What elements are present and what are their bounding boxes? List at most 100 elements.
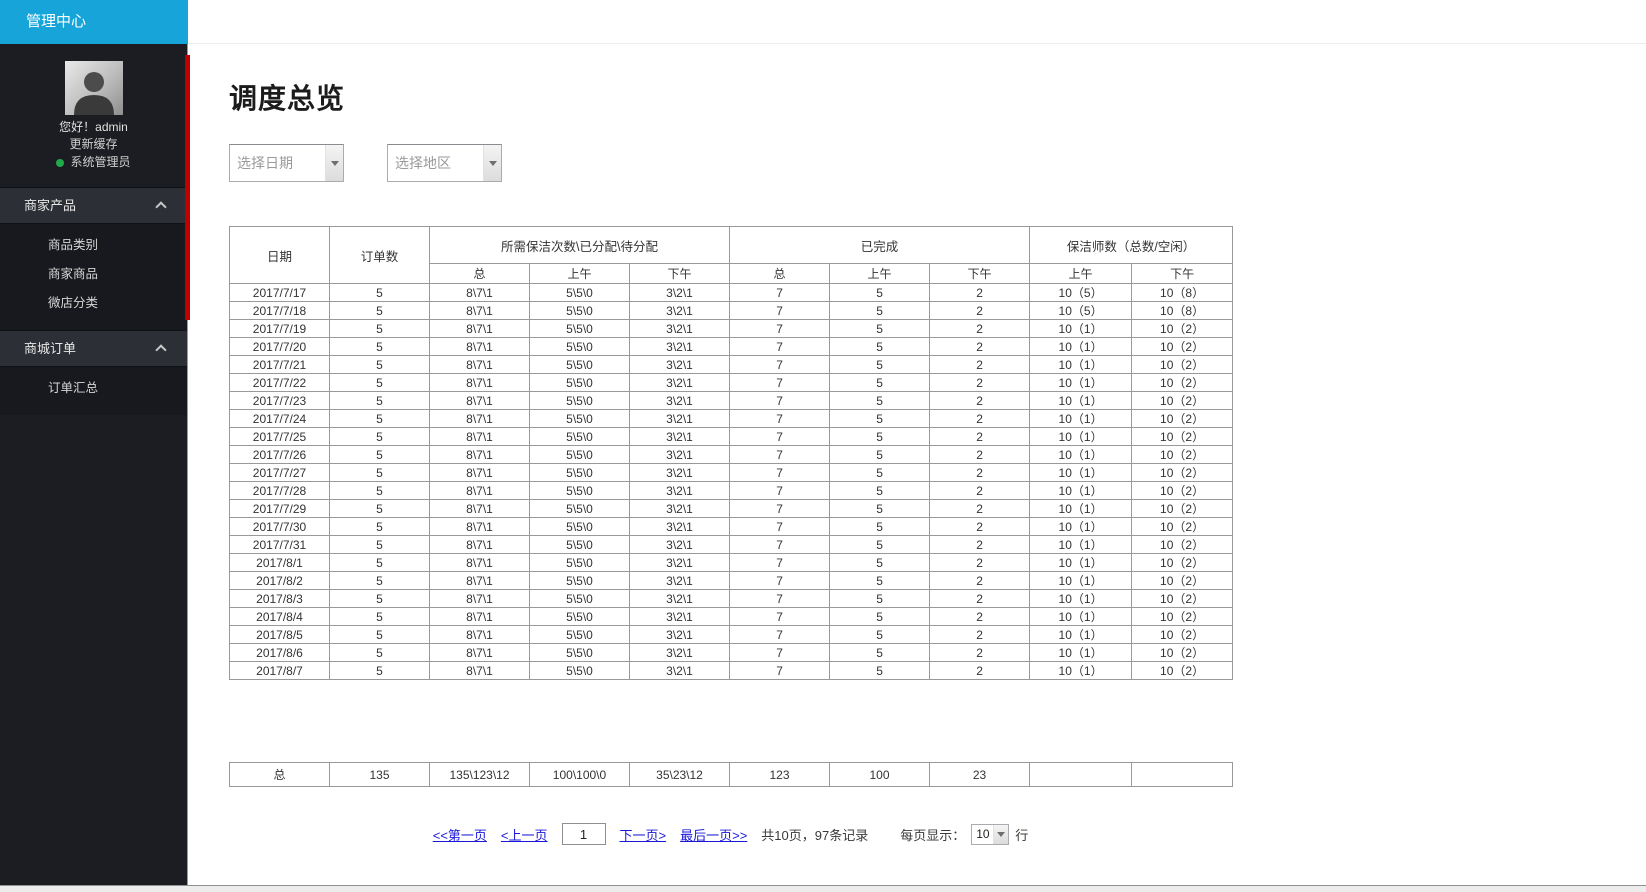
totals-table: 总135135\123\12100\100\035\23\1212310023: [229, 762, 1233, 787]
table-cell: 8\7\1: [430, 320, 530, 338]
table-cell: 5: [330, 356, 430, 374]
table-cell: 5: [830, 284, 930, 302]
app-title: 管理中心: [26, 13, 86, 30]
table-cell: 7: [730, 662, 830, 680]
table-cell: 10（2）: [1132, 554, 1233, 572]
next-page-link[interactable]: 下一页>: [620, 825, 667, 844]
table-cell: 8\7\1: [430, 446, 530, 464]
refresh-cache-link[interactable]: 更新缓存: [0, 136, 187, 153]
table-cell: 10（5）: [1030, 302, 1132, 320]
table-cell: 3\2\1: [630, 374, 730, 392]
sidebar-item-microshop-category[interactable]: 微店分类: [0, 289, 187, 318]
table-cell: 8\7\1: [430, 464, 530, 482]
sidebar-item-product-category[interactable]: 商品类别: [0, 231, 187, 260]
submenu-merchant-products: 商品类别 商家商品 微店分类: [0, 224, 187, 330]
table-cell: 10（1）: [1030, 554, 1132, 572]
date-filter-select[interactable]: 选择日期: [229, 144, 344, 182]
chevron-down-icon: [997, 832, 1005, 837]
table-cell: 10（1）: [1030, 356, 1132, 374]
date-filter-placeholder: 选择日期: [230, 145, 325, 181]
table-cell: 5\5\0: [530, 464, 630, 482]
per-page-select[interactable]: 10: [971, 824, 1009, 845]
table-cell: 5: [330, 338, 430, 356]
date-filter-dropdown-button[interactable]: [325, 145, 343, 181]
sidebar-item-merchant-goods[interactable]: 商家商品: [0, 260, 187, 289]
table-cell: 5: [830, 446, 930, 464]
chevron-down-icon: [331, 161, 339, 166]
sidebar-item-order-summary[interactable]: 订单汇总: [0, 374, 187, 403]
sidebar-section-label: 商城订单: [24, 331, 76, 367]
table-cell: 8\7\1: [430, 338, 530, 356]
table-cell: 2017/8/2: [230, 572, 330, 590]
table-row: 2017/8/758\7\15\5\03\2\175210（1）10（2）: [230, 662, 1233, 680]
table-cell: 5: [830, 644, 930, 662]
schedule-table: 日期 订单数 所需保洁次数\已分配\待分配 已完成 保洁师数（总数/空闲） 总 …: [229, 226, 1233, 680]
table-cell: 3\2\1: [630, 338, 730, 356]
table-cell: 7: [730, 644, 830, 662]
table-cell: 2: [930, 554, 1030, 572]
region-filter-dropdown-button[interactable]: [483, 145, 501, 181]
table-cell: 2017/7/29: [230, 500, 330, 518]
table-cell: 5\5\0: [530, 356, 630, 374]
table-cell: 5: [830, 626, 930, 644]
table-cell: 8\7\1: [430, 536, 530, 554]
table-cell: 2017/8/3: [230, 590, 330, 608]
table-cell: 5\5\0: [530, 374, 630, 392]
table-cell: 2017/7/28: [230, 482, 330, 500]
table-cell: 5: [330, 554, 430, 572]
table-cell: 2017/7/20: [230, 338, 330, 356]
subheader-cleaners-am: 上午: [1030, 264, 1132, 284]
table-cell: 5\5\0: [530, 626, 630, 644]
table-cell: 2: [930, 464, 1030, 482]
sidebar-scrollbar-thumb[interactable]: [185, 55, 190, 320]
sidebar: 您好！admin 更新缓存 系统管理员 商家产品 商品类别 商家商品 微店分类 …: [0, 44, 188, 885]
sidebar-section-mall-orders[interactable]: 商城订单: [0, 330, 187, 367]
table-cell: 3\2\1: [630, 356, 730, 374]
table-cell: 5: [330, 518, 430, 536]
table-cell: 8\7\1: [430, 554, 530, 572]
table-cell: 5: [830, 392, 930, 410]
last-page-link[interactable]: 最后一页>>: [680, 825, 747, 844]
prev-page-link[interactable]: <上一页: [501, 825, 548, 844]
first-page-link[interactable]: <<第一页: [433, 825, 487, 844]
table-cell: 5: [830, 338, 930, 356]
table-cell: 5: [830, 590, 930, 608]
col-header-need: 所需保洁次数\已分配\待分配: [430, 227, 730, 264]
table-cell: 7: [730, 626, 830, 644]
table-cell: 10（1）: [1030, 518, 1132, 536]
table-row: 2017/7/2958\7\15\5\03\2\175210（1）10（2）: [230, 500, 1233, 518]
table-cell: 10（8）: [1132, 284, 1233, 302]
table-cell: 总: [230, 763, 330, 787]
table-cell: 8\7\1: [430, 626, 530, 644]
table-cell: 10（2）: [1132, 482, 1233, 500]
table-cell: 5\5\0: [530, 410, 630, 428]
table-cell: 2017/7/25: [230, 428, 330, 446]
table-cell: 7: [730, 428, 830, 446]
table-cell: 2017/7/22: [230, 374, 330, 392]
table-cell: 10（1）: [1030, 536, 1132, 554]
table-cell: 2017/7/19: [230, 320, 330, 338]
table-cell: 10（1）: [1030, 644, 1132, 662]
chevron-down-icon: [489, 161, 497, 166]
per-page-dropdown-button[interactable]: [993, 825, 1008, 844]
table-cell: 10（1）: [1030, 464, 1132, 482]
table-cell: 5: [330, 410, 430, 428]
table-cell: 8\7\1: [430, 428, 530, 446]
region-filter-select[interactable]: 选择地区: [387, 144, 502, 182]
table-cell: 5\5\0: [530, 572, 630, 590]
subheader-need-pm: 下午: [630, 264, 730, 284]
table-cell: 7: [730, 572, 830, 590]
table-cell: 5: [330, 284, 430, 302]
horizontal-scrollbar[interactable]: [0, 885, 1646, 892]
table-row: 2017/7/2158\7\15\5\03\2\175210（1）10（2）: [230, 356, 1233, 374]
table-cell: 5: [330, 374, 430, 392]
sidebar-section-merchant-products[interactable]: 商家产品: [0, 187, 187, 224]
page-title: 调度总览: [229, 77, 1646, 117]
table-cell: 7: [730, 410, 830, 428]
table-cell: 10（2）: [1132, 464, 1233, 482]
table-cell: 3\2\1: [630, 500, 730, 518]
table-cell: 7: [730, 590, 830, 608]
table-cell: 2: [930, 626, 1030, 644]
page-number-input[interactable]: [562, 823, 606, 845]
table-row: 2017/8/658\7\15\5\03\2\175210（1）10（2）: [230, 644, 1233, 662]
